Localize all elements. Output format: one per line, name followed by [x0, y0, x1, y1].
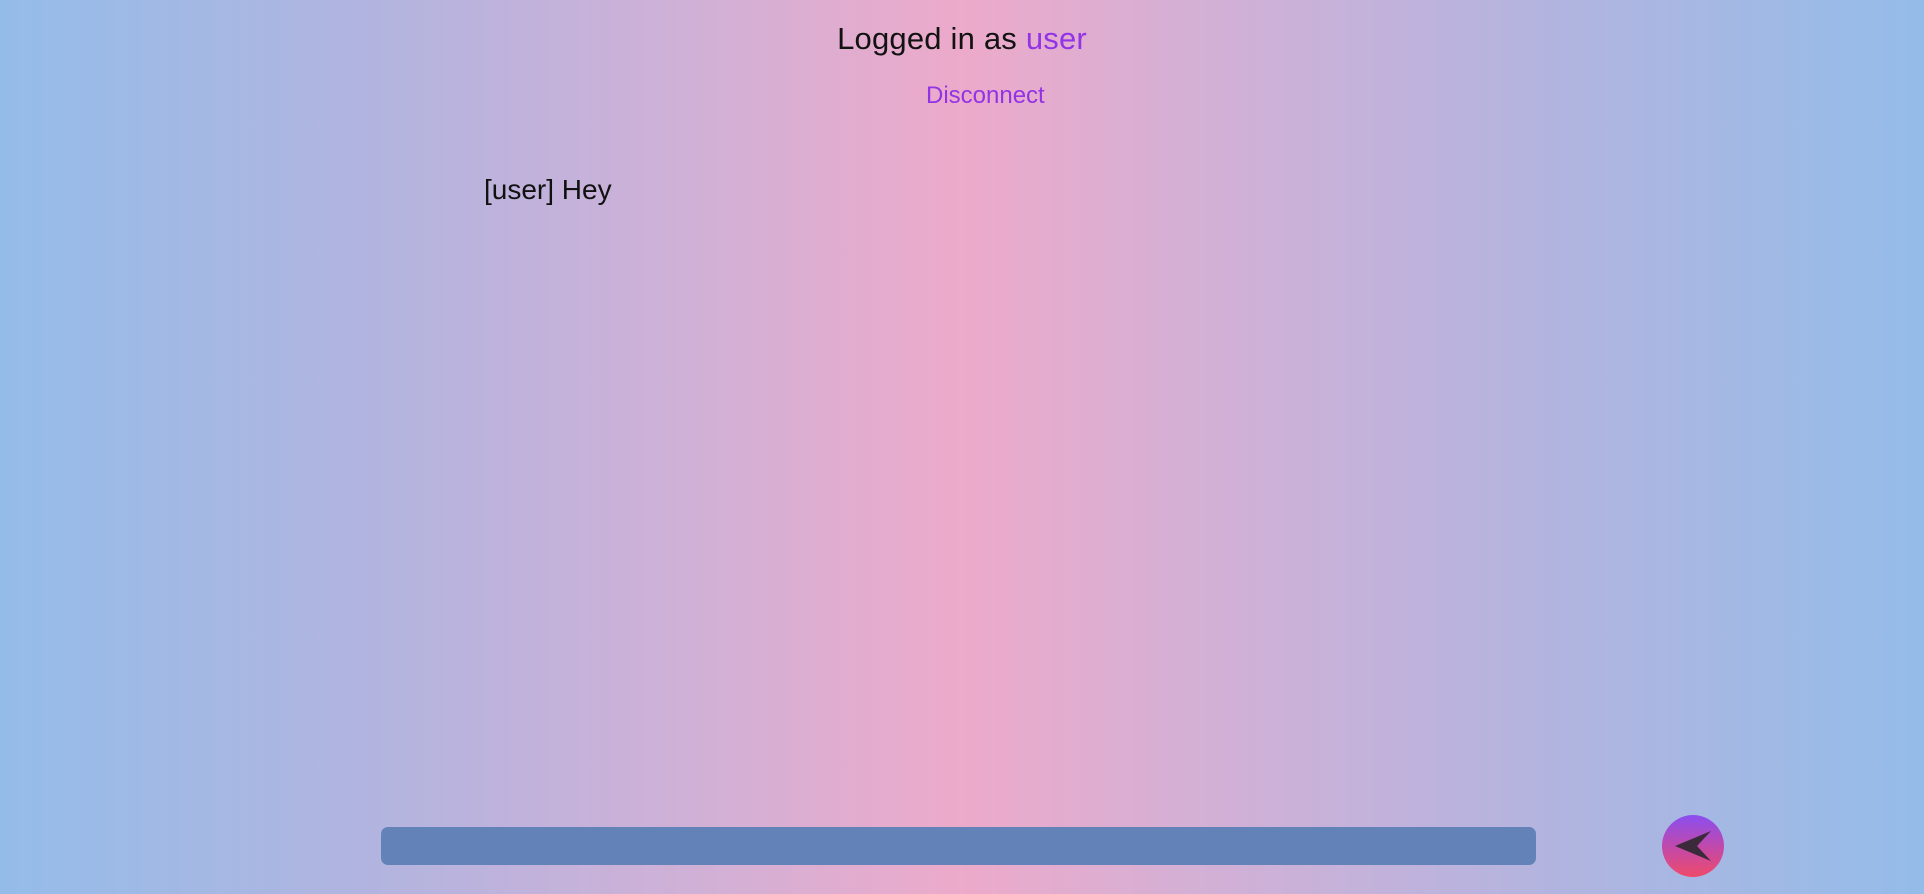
message-input[interactable] [381, 827, 1536, 865]
disconnect-link[interactable]: Disconnect [926, 80, 1045, 112]
login-status-line: Logged in as user [0, 18, 1924, 60]
message-list: [user] Hey [484, 170, 1484, 210]
login-status: Logged in as user [0, 18, 1924, 60]
send-arrow-icon [1675, 831, 1711, 861]
send-button[interactable] [1662, 815, 1724, 877]
chat-message: [user] Hey [484, 174, 612, 205]
logged-in-prefix: Logged in as [837, 21, 1026, 56]
current-username: user [1025, 21, 1087, 56]
